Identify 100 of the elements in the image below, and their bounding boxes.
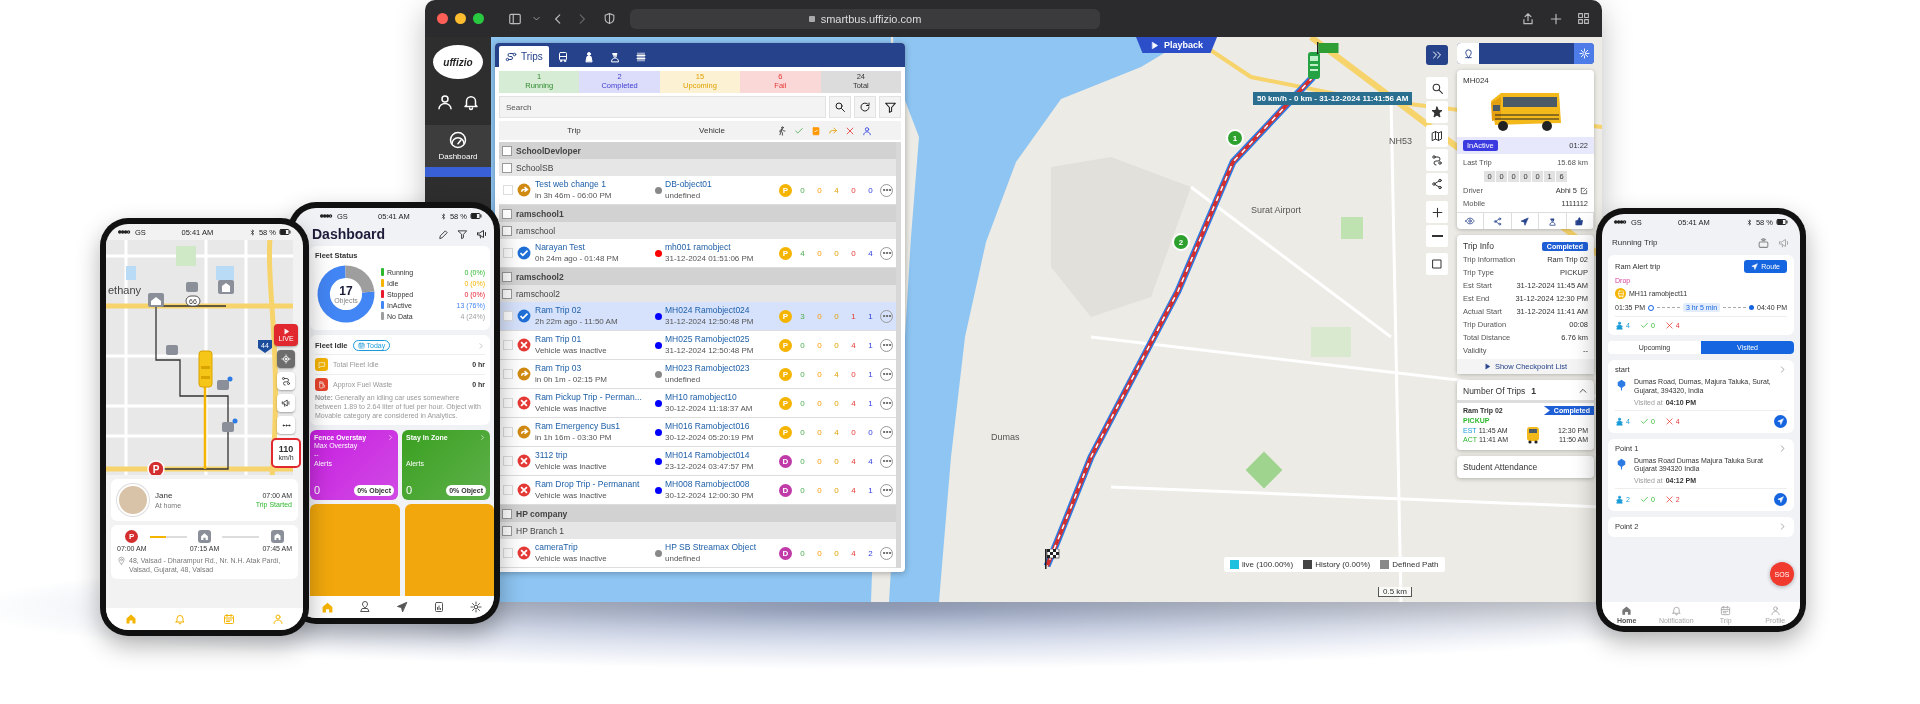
settings-button[interactable]	[1574, 43, 1594, 64]
cross-icon	[1664, 321, 1674, 330]
branch-row[interactable]: HP Branch 1	[499, 522, 896, 539]
clipboard-icon	[810, 125, 821, 136]
zoom-button[interactable]	[473, 13, 484, 24]
trip-name[interactable]: Ram Trip 01	[535, 334, 653, 345]
search-icon	[1430, 81, 1444, 95]
checkbox[interactable]	[502, 162, 512, 173]
zoom-out-button[interactable]	[1426, 225, 1448, 247]
report-icon[interactable]	[432, 601, 445, 613]
trip-name[interactable]: Ram Trip 02	[535, 305, 653, 316]
new-tab-icon[interactable]	[1549, 11, 1563, 26]
checkbox[interactable]	[502, 525, 512, 536]
vehicle-name[interactable]: MH024 Ramobject024	[665, 305, 777, 316]
trip-name[interactable]: Narayan Test	[535, 242, 653, 253]
legend-label: Defined Path	[1392, 560, 1439, 569]
location-button[interactable]	[1457, 43, 1479, 64]
count-value: 0	[833, 248, 840, 258]
filter-button[interactable]	[879, 96, 901, 118]
battery-icon	[1776, 216, 1788, 228]
count-value: 0	[850, 369, 857, 379]
trip-name[interactable]: Ram Pickup Trip - Perman...	[535, 392, 653, 403]
vehicle-name[interactable]: MH025 Ramobject025	[665, 334, 777, 345]
search-button[interactable]	[1426, 77, 1448, 99]
share-icon[interactable]	[1521, 11, 1535, 26]
settings-icon[interactable]	[469, 601, 482, 613]
navigation-icon[interactable]	[395, 601, 408, 613]
bell-icon[interactable]	[462, 93, 480, 111]
filter-icon[interactable]	[457, 228, 468, 240]
share-icon	[1493, 216, 1503, 226]
map-label: Dumas	[991, 432, 1020, 442]
person-icon	[861, 125, 872, 136]
refresh-button[interactable]	[854, 96, 876, 118]
check-icon	[793, 125, 804, 136]
megaphone-icon[interactable]	[476, 228, 488, 240]
group-name: ramschool1	[516, 208, 564, 219]
vehicle-name[interactable]: MH014 Ramobject014	[665, 450, 777, 461]
vehicle-name[interactable]: MH008 Ramobject008	[665, 479, 777, 490]
user-icon[interactable]	[436, 93, 454, 111]
branch-row[interactable]: ramschool	[499, 222, 896, 239]
parking-marker: P	[152, 464, 160, 475]
bell-icon	[1670, 604, 1682, 616]
map-pin-icon[interactable]	[358, 601, 371, 613]
checkbox[interactable]	[502, 145, 512, 156]
vehicle-name[interactable]: HP SB Streamax Object	[665, 542, 777, 553]
route-button[interactable]	[277, 372, 295, 390]
chevron-down-icon[interactable]	[532, 14, 541, 23]
checkbox[interactable]	[502, 288, 512, 299]
checkbox[interactable]	[502, 225, 512, 236]
map-type-button[interactable]	[1426, 125, 1448, 147]
branch-row[interactable]: SchoolSB	[499, 159, 896, 176]
search-button[interactable]	[829, 96, 851, 118]
trip-name[interactable]: 3112 trip	[535, 450, 653, 461]
trip-row[interactable]: Ram Trip 02 2h 22m ago - 11:50 AM MH024 Ramobject024 31-12-2024 12:50:48 PM P 3 0 0 1 1	[499, 302, 896, 331]
group-row[interactable]: SchoolDevloper	[499, 142, 896, 159]
pencil-icon[interactable]	[438, 228, 449, 240]
rfid-reader-icon[interactable]	[1757, 236, 1770, 249]
checkbox[interactable]	[502, 508, 512, 519]
announce-button[interactable]	[277, 394, 295, 412]
sidebar-item[interactable]: Dashboard	[425, 125, 491, 177]
checkbox[interactable]	[502, 271, 512, 282]
route-button[interactable]	[1426, 149, 1448, 171]
close-button[interactable]	[437, 13, 448, 24]
zoom-in-button[interactable]	[1426, 201, 1448, 223]
branch-row[interactable]: ramschool2	[499, 285, 896, 302]
expand-button[interactable]	[1426, 45, 1448, 65]
panel-tab[interactable]: Trips	[499, 46, 549, 67]
trip-name[interactable]: cameraTrip	[535, 542, 653, 553]
trip-name[interactable]: Ram Trip 03	[535, 363, 653, 374]
count-value: 0	[833, 485, 840, 495]
search-field[interactable]: Search	[499, 96, 826, 118]
sidebar-icon[interactable]	[508, 11, 522, 26]
favorite-button[interactable]	[1426, 101, 1448, 123]
group-row[interactable]: ramschool2	[499, 268, 896, 285]
playback-button[interactable]: Playback	[1136, 37, 1218, 53]
group-row[interactable]: ramschool1	[499, 205, 896, 222]
address-bar[interactable]: smartbus.uffizio.com	[630, 8, 1100, 29]
chat-icon	[315, 358, 328, 371]
trip-type-badge: P	[779, 309, 792, 323]
trip-name[interactable]: Ram Emergency Bus1	[535, 421, 653, 432]
trip-name[interactable]: Test web change 1	[535, 179, 653, 190]
group-row[interactable]: HP company	[499, 505, 896, 522]
navigate-button[interactable]	[1774, 414, 1787, 428]
vehicle-name[interactable]: DB-object01	[665, 179, 777, 190]
locate-button[interactable]	[277, 350, 295, 368]
collapse-button[interactable]	[1578, 386, 1588, 396]
navigate-button[interactable]	[1774, 493, 1787, 506]
checkbox[interactable]	[502, 208, 512, 219]
trip-name[interactable]: Ram Drop Trip - Permanant	[535, 479, 653, 490]
vehicle-name[interactable]: MH10 ramobject10	[665, 392, 777, 403]
edit-icon[interactable]	[1580, 186, 1588, 195]
vehicle-name[interactable]: mh001 ramobject	[665, 242, 777, 253]
minimize-button[interactable]	[455, 13, 466, 24]
share-button[interactable]	[1426, 173, 1448, 195]
vehicle-detail: undefined	[665, 374, 702, 385]
vehicle-name[interactable]: MH023 Ramobject023	[665, 363, 777, 374]
more-button[interactable]	[277, 416, 295, 434]
vehicle-name[interactable]: MH016 Ramobject016	[665, 421, 777, 432]
fullscreen-button[interactable]	[1426, 253, 1448, 275]
tab-overview-icon[interactable]	[1577, 11, 1590, 25]
